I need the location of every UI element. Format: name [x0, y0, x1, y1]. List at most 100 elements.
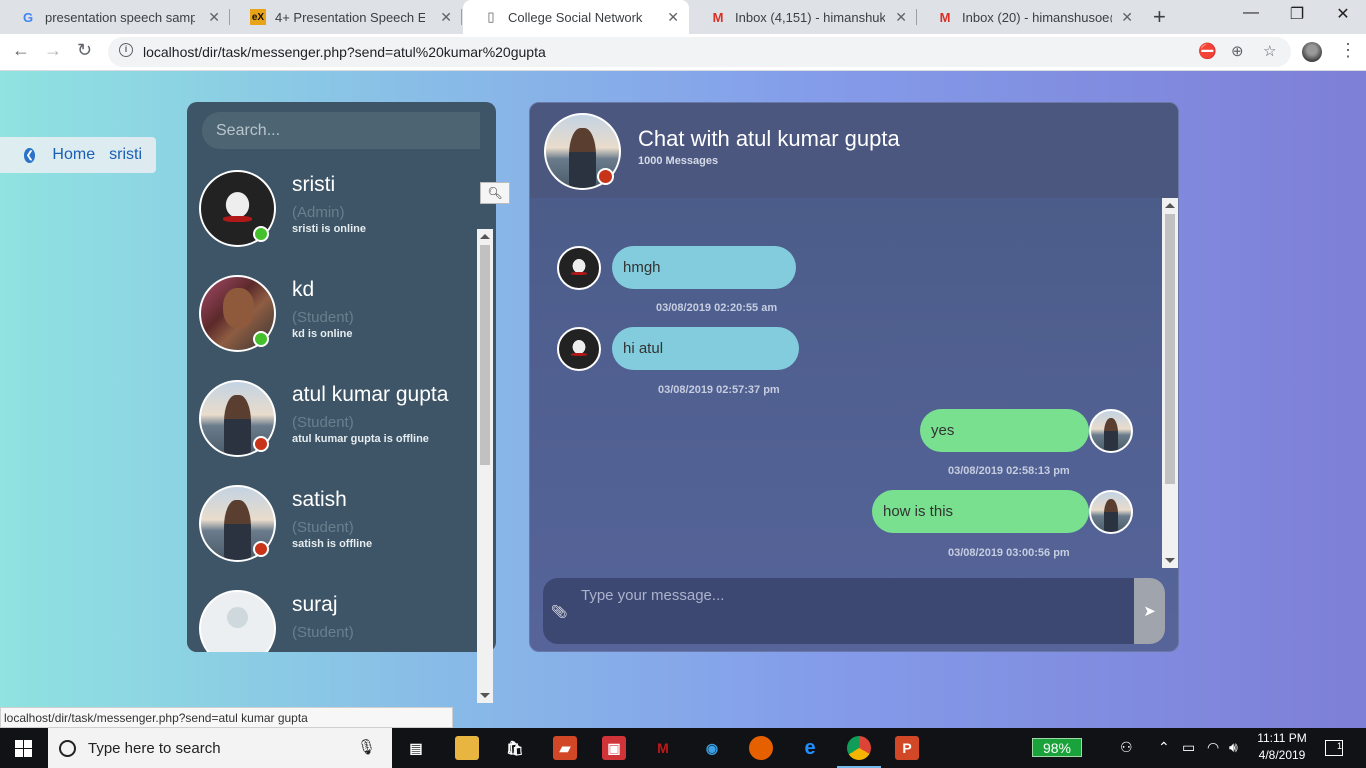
contact-role: (Student): [292, 414, 354, 431]
address-url[interactable]: localhost/dir/task/messenger.php?send=at…: [143, 44, 546, 60]
minimize-icon[interactable]: —: [1228, 4, 1274, 22]
message-input[interactable]: [571, 578, 1135, 644]
close-icon[interactable]: ✕: [895, 9, 907, 26]
close-icon[interactable]: ✕: [1121, 9, 1133, 26]
notification-icon[interactable]: 1: [1325, 740, 1343, 756]
send-button[interactable]: ➤: [1134, 578, 1165, 644]
contact-item-suraj[interactable]: suraj (Student): [187, 584, 477, 652]
message-list: hmgh 03/08/2019 02:20:55 am hi atul 03/0…: [530, 198, 1178, 568]
back-icon[interactable]: ←: [12, 40, 30, 61]
battery-indicator[interactable]: 98%: [1032, 738, 1082, 757]
scroll-down-arrow[interactable]: [480, 693, 490, 698]
scrollbar-thumb[interactable]: [480, 245, 490, 465]
app-icon[interactable]: ▰: [553, 736, 577, 760]
browser-tab[interactable]: M Inbox (4,151) - himanshukuma ✕: [690, 0, 917, 34]
contact-role: (Admin): [292, 204, 345, 221]
taskbar-search[interactable]: Type here to search 🎙︎: [48, 728, 392, 768]
edge-icon[interactable]: e: [798, 736, 822, 760]
message-timestamp: 03/08/2019 02:20:55 am: [656, 302, 778, 314]
contact-status: sristi is online: [292, 223, 366, 235]
browser-tab-active[interactable]: ▯ College Social Network ✕: [463, 0, 689, 34]
address-bar[interactable]: i localhost/dir/task/messenger.php?send=…: [108, 37, 1291, 67]
search-button[interactable]: 🔍︎: [480, 182, 510, 204]
clock-date: 4/8/2019: [1258, 748, 1306, 762]
chrome-icon[interactable]: [837, 736, 881, 768]
forward-icon[interactable]: →: [44, 40, 62, 61]
contact-search: [202, 112, 480, 149]
people-icon[interactable]: ⚇: [1120, 739, 1133, 756]
page-icon: ▯: [487, 9, 495, 24]
volume-icon[interactable]: 🔊︎: [1229, 739, 1238, 756]
contact-name: suraj: [292, 593, 338, 616]
paperclip-icon[interactable]: 📎︎: [551, 604, 568, 620]
taskbar-clock[interactable]: 11:11 PM 4/8/2019: [1254, 730, 1310, 764]
contact-status: satish is offline: [292, 538, 373, 550]
firefox-icon[interactable]: [749, 736, 773, 760]
contact-role: (Student): [292, 519, 354, 536]
clock-time: 11:11 PM: [1257, 731, 1307, 745]
mcafee-icon[interactable]: M: [651, 736, 675, 760]
scroll-up-arrow[interactable]: [1165, 203, 1175, 208]
contact-item-satish[interactable]: satish (Student) satish is offline: [187, 479, 477, 568]
browser-tab[interactable]: G presentation speech sample - G ✕: [0, 0, 230, 34]
tab-title: 4+ Presentation Speech Examp: [275, 9, 425, 25]
profile-avatar[interactable]: [1302, 42, 1322, 62]
tab-title: Inbox (4,151) - himanshukuma: [735, 9, 885, 25]
task-view-icon[interactable]: ▤: [404, 736, 428, 760]
restore-icon[interactable]: ❐: [1274, 4, 1320, 24]
new-tab-icon[interactable]: +: [1153, 4, 1166, 30]
wifi-icon[interactable]: ◠: [1207, 739, 1219, 756]
close-icon[interactable]: ✕: [440, 9, 452, 26]
close-icon[interactable]: ✕: [667, 9, 679, 26]
scroll-down-arrow[interactable]: [1165, 558, 1175, 563]
message-bubble-incoming: hi atul: [612, 327, 799, 370]
breadcrumb-home-link[interactable]: Home: [52, 146, 95, 164]
info-icon[interactable]: i: [119, 43, 133, 57]
chat-title: Chat with atul kumar gupta: [638, 126, 900, 151]
contacts-panel: sristi (Admin) sristi is online kd (Stud…: [187, 102, 496, 652]
message-bubble-incoming: hmgh: [612, 246, 796, 289]
scrollbar-thumb[interactable]: [1165, 214, 1175, 484]
battery-icon[interactable]: ▭: [1182, 739, 1195, 756]
blocked-content-icon[interactable]: ⛔: [1198, 42, 1217, 60]
contact-status: atul kumar gupta is offline: [292, 433, 429, 445]
contact-role: (Student): [292, 624, 354, 641]
gmail-icon: M: [939, 9, 951, 25]
contact-item-kd[interactable]: kd (Student) kd is online: [187, 269, 477, 358]
chevron-left-icon[interactable]: ❮: [24, 147, 36, 163]
browser-menu-icon[interactable]: ⋮: [1339, 40, 1357, 61]
send-icon: ➤: [1143, 603, 1156, 620]
window-close-icon[interactable]: ✕: [1320, 4, 1366, 24]
store-icon[interactable]: 🛍︎: [503, 736, 527, 760]
contact-name: sristi: [292, 173, 336, 196]
offline-status-dot: [597, 168, 614, 185]
search-icon: 🔍︎: [487, 186, 503, 200]
windows-start-icon[interactable]: [15, 740, 32, 757]
reload-icon[interactable]: ↻: [77, 40, 92, 61]
message-timestamp: 03/08/2019 02:57:37 pm: [658, 384, 780, 396]
contact-item-sristi[interactable]: sristi (Admin) sristi is online: [187, 164, 477, 253]
contact-item-atul-kumar-gupta[interactable]: atul kumar gupta (Student) atul kumar gu…: [187, 374, 477, 463]
app-icon[interactable]: ◉: [700, 736, 724, 760]
zoom-icon[interactable]: ⊕: [1231, 42, 1244, 60]
breadcrumb-current[interactable]: sristi: [109, 146, 142, 164]
file-explorer-icon[interactable]: [455, 736, 479, 760]
close-icon[interactable]: ✕: [208, 9, 220, 26]
browser-tab[interactable]: eX 4+ Presentation Speech Examp ✕: [230, 0, 462, 34]
contact-list-scrollbar[interactable]: [477, 229, 493, 703]
chevron-up-icon[interactable]: ⌃: [1158, 739, 1170, 756]
reader-icon[interactable]: ▣: [602, 736, 626, 760]
avatar: [557, 246, 601, 290]
contact-search-input[interactable]: [202, 112, 480, 149]
avatar: [557, 327, 601, 371]
offline-status-dot: [253, 541, 269, 557]
microphone-icon[interactable]: 🎙︎: [357, 738, 376, 756]
message-timestamp: 03/08/2019 02:58:13 pm: [948, 465, 1070, 477]
powerpoint-icon[interactable]: P: [895, 736, 919, 760]
message-list-scrollbar[interactable]: [1162, 198, 1178, 568]
taskbar-search-placeholder: Type here to search: [88, 739, 221, 757]
bookmark-star-icon[interactable]: ☆: [1263, 42, 1276, 60]
browser-tab[interactable]: M Inbox (20) - himanshusoe@gm ✕: [917, 0, 1143, 34]
scroll-up-arrow[interactable]: [480, 234, 490, 239]
tab-title: presentation speech sample - G: [45, 9, 195, 25]
